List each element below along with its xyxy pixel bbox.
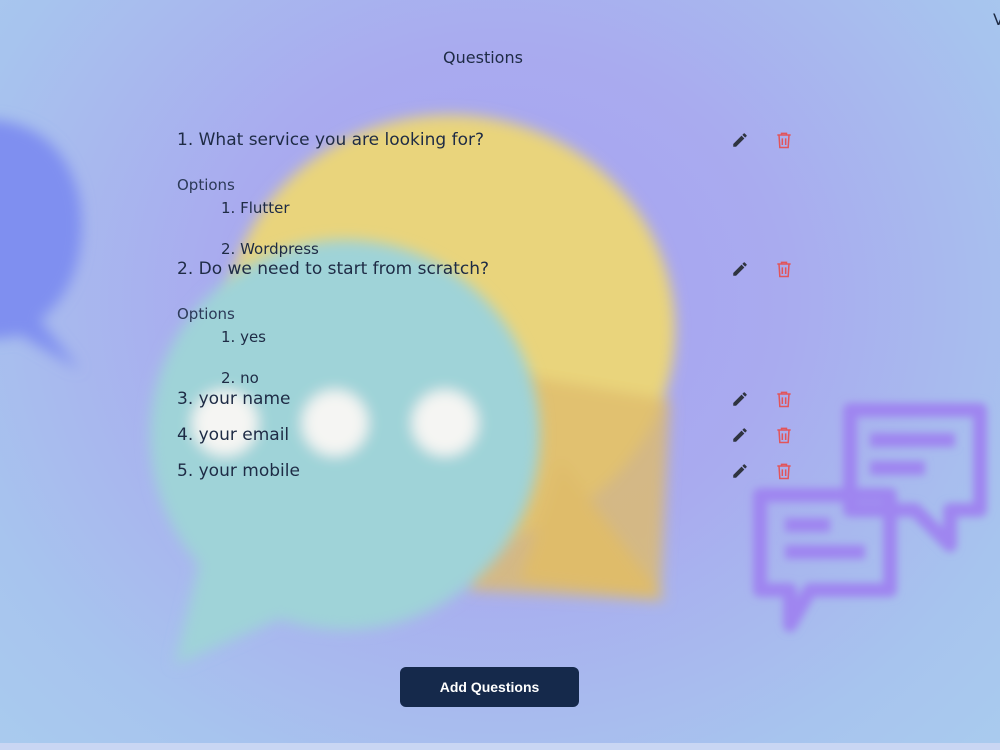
question-item: 3. your name bbox=[177, 385, 807, 413]
question-text: 5. your mobile bbox=[177, 461, 300, 481]
question-actions bbox=[729, 255, 795, 283]
question-text: 3. your name bbox=[177, 389, 291, 409]
edit-question-button[interactable] bbox=[729, 424, 751, 446]
question-row: 3. your name bbox=[177, 385, 807, 413]
pencil-icon bbox=[733, 133, 747, 147]
trash-icon bbox=[777, 132, 791, 149]
question-row: 2. Do we need to start from scratch? bbox=[177, 255, 807, 283]
edit-question-button[interactable] bbox=[729, 460, 751, 482]
bottom-bar bbox=[0, 743, 1000, 750]
trash-icon bbox=[777, 427, 791, 444]
delete-question-button[interactable] bbox=[773, 424, 795, 446]
trash-icon bbox=[777, 391, 791, 408]
pencil-icon bbox=[733, 392, 747, 406]
delete-question-button[interactable] bbox=[773, 388, 795, 410]
question-actions bbox=[729, 385, 795, 413]
app-screen: V Questions 1. What service you are look… bbox=[0, 0, 1000, 750]
edit-question-button[interactable] bbox=[729, 258, 751, 280]
pencil-icon bbox=[733, 262, 747, 276]
question-item: 2. Do we need to start from scratch? Opt… bbox=[177, 255, 807, 399]
left-bubble-shape bbox=[0, 120, 82, 370]
question-item: 1. What service you are looking for? Opt… bbox=[177, 126, 807, 270]
question-text: 4. your email bbox=[177, 425, 290, 445]
option-item: 1. yes bbox=[221, 328, 266, 346]
corner-text: V bbox=[993, 10, 1000, 29]
trash-icon bbox=[777, 463, 791, 480]
question-actions bbox=[729, 126, 795, 154]
question-text: 2. Do we need to start from scratch? bbox=[177, 259, 490, 279]
question-list: 1. What service you are looking for? Opt… bbox=[177, 126, 807, 485]
delete-question-button[interactable] bbox=[773, 129, 795, 151]
delete-question-button[interactable] bbox=[773, 258, 795, 280]
question-text: 1. What service you are looking for? bbox=[177, 130, 484, 150]
page-title: Questions bbox=[443, 48, 523, 67]
edit-question-button[interactable] bbox=[729, 129, 751, 151]
question-row: 4. your email bbox=[177, 421, 807, 449]
question-actions bbox=[729, 421, 795, 449]
question-actions bbox=[729, 457, 795, 485]
option-item: 1. Flutter bbox=[221, 199, 290, 217]
question-item: 5. your mobile bbox=[177, 457, 807, 485]
trash-icon bbox=[777, 261, 791, 278]
add-questions-button[interactable]: Add Questions bbox=[400, 667, 579, 707]
question-item: 4. your email bbox=[177, 421, 807, 449]
delete-question-button[interactable] bbox=[773, 460, 795, 482]
pencil-icon bbox=[733, 464, 747, 478]
question-row: 1. What service you are looking for? bbox=[177, 126, 807, 154]
edit-question-button[interactable] bbox=[729, 388, 751, 410]
question-row: 5. your mobile bbox=[177, 457, 807, 485]
pencil-icon bbox=[733, 428, 747, 442]
